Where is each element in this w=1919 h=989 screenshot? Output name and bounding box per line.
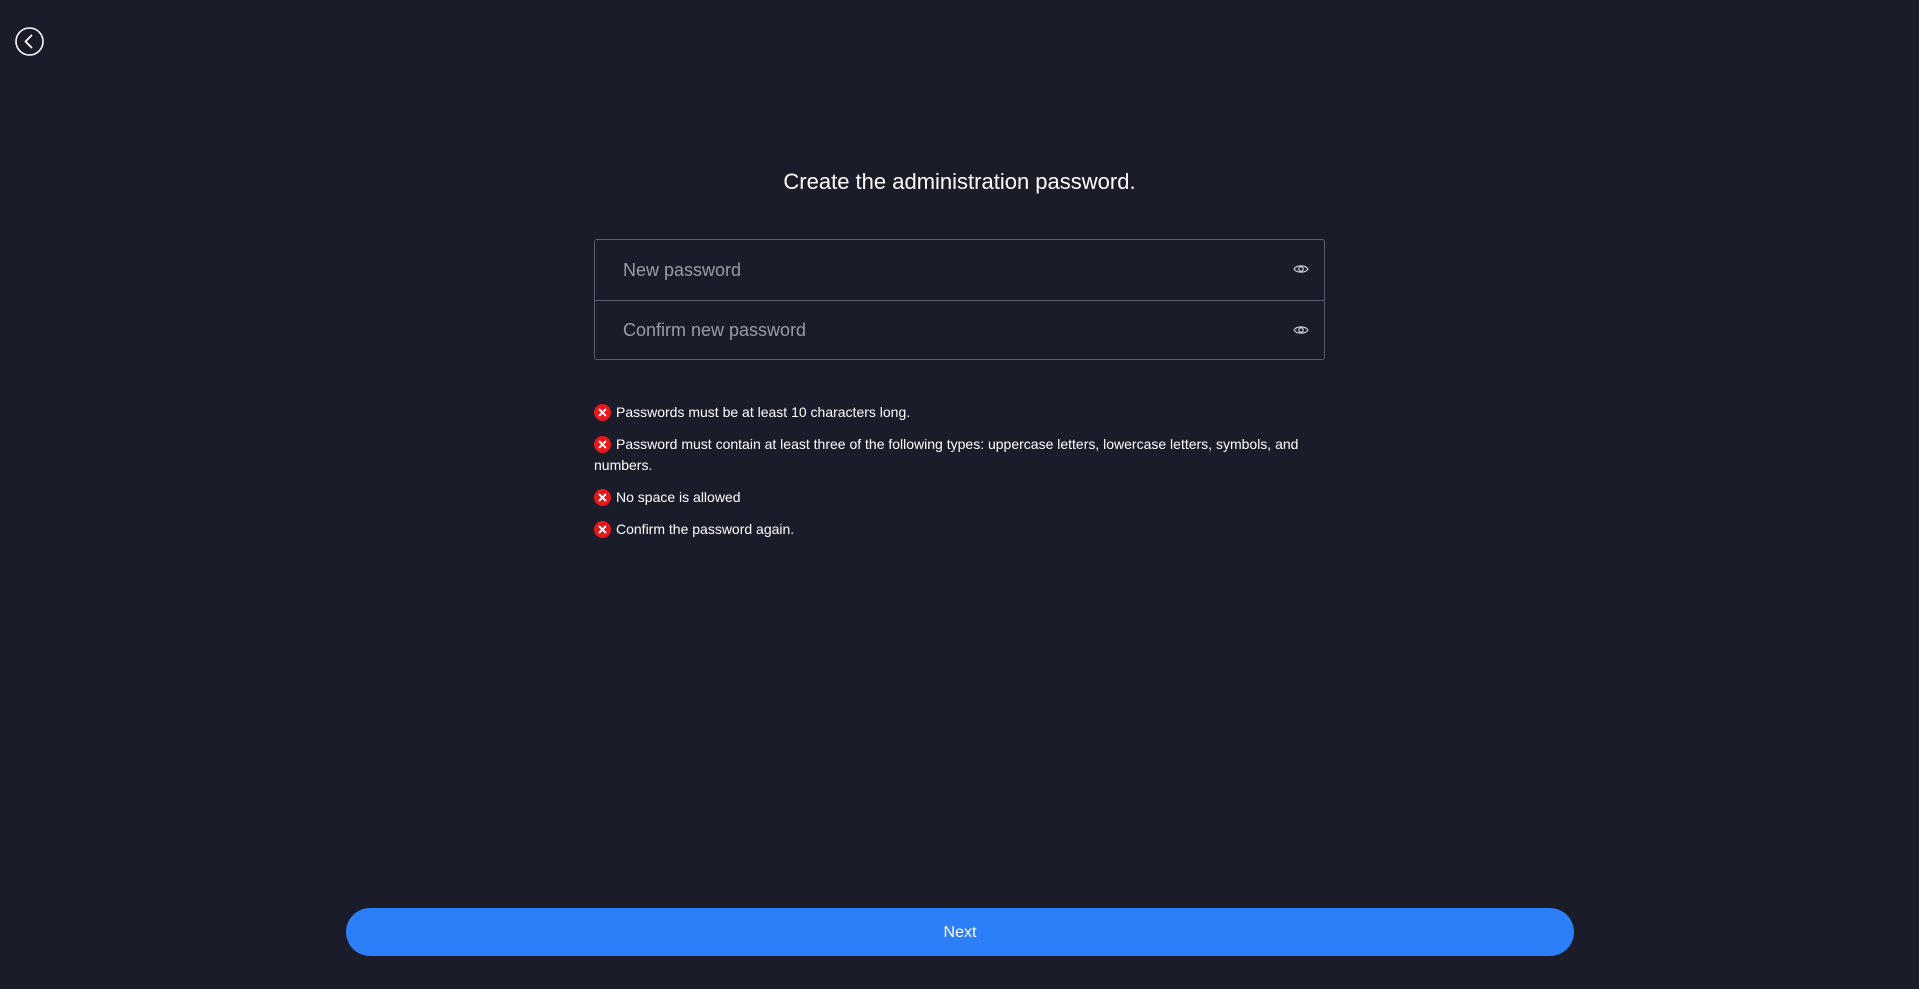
- rule-text: No space is allowed: [616, 489, 741, 505]
- error-x-icon: [594, 521, 611, 538]
- rule-text: Confirm the password again.: [616, 521, 795, 537]
- error-x-icon: [594, 436, 611, 453]
- new-password-row: [595, 240, 1324, 300]
- eye-icon[interactable]: [1293, 263, 1309, 275]
- next-button[interactable]: Next: [346, 908, 1574, 956]
- setup-page: Create the administration password. Pass…: [0, 0, 1919, 989]
- rule-item: Passwords must be at least 10 characters…: [594, 402, 1325, 423]
- password-rules-list: Passwords must be at least 10 characters…: [594, 402, 1325, 551]
- rule-item: Confirm the password again.: [594, 519, 1325, 540]
- error-x-icon: [594, 489, 611, 506]
- eye-icon[interactable]: [1293, 324, 1309, 336]
- error-x-icon: [594, 404, 611, 421]
- rule-text: Password must contain at least three of …: [594, 436, 1299, 473]
- chevron-left-circle-icon: [15, 27, 44, 56]
- rule-item: Password must contain at least three of …: [594, 434, 1325, 476]
- password-fields-group: [594, 239, 1325, 360]
- rule-item: No space is allowed: [594, 487, 1325, 508]
- rule-text: Passwords must be at least 10 characters…: [616, 404, 911, 420]
- page-title: Create the administration password.: [783, 169, 1136, 194]
- confirm-password-row: [595, 300, 1324, 360]
- new-password-input[interactable]: [595, 240, 1324, 300]
- confirm-password-input[interactable]: [595, 301, 1324, 360]
- back-button[interactable]: [15, 27, 44, 56]
